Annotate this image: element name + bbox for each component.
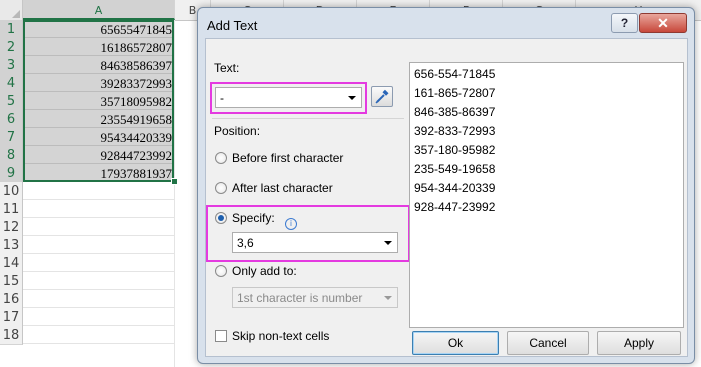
dialog-body: Text: - Position: Before first character…	[205, 38, 688, 357]
dialog-titlebar[interactable]: Add Text ? ✕	[198, 8, 694, 40]
radio-before-first[interactable]	[215, 152, 227, 164]
preview-line: 846-385-86397	[414, 105, 496, 119]
radio-only-add-to[interactable]	[215, 265, 227, 277]
skip-non-text-checkbox[interactable]	[215, 330, 227, 342]
before-first-label[interactable]: Before first character	[232, 151, 343, 165]
selection-border	[23, 20, 174, 182]
select-all-corner[interactable]	[0, 0, 23, 20]
cell-a12[interactable]	[23, 218, 174, 236]
eyedropper-icon	[375, 89, 389, 104]
group-divider	[212, 118, 404, 119]
row-header[interactable]: 4	[0, 74, 23, 93]
row-header[interactable]: 13	[0, 236, 23, 255]
close-icon[interactable]: ✕	[639, 13, 687, 33]
row-header[interactable]: 2	[0, 38, 23, 57]
radio-after-last[interactable]	[215, 182, 227, 194]
row-header[interactable]: 11	[0, 200, 23, 219]
row-header[interactable]: 8	[0, 146, 23, 165]
fill-handle[interactable]	[171, 178, 178, 185]
specify-highlight	[206, 205, 410, 262]
ok-button[interactable]: Ok	[412, 331, 499, 355]
row-header[interactable]: 14	[0, 254, 23, 273]
skip-non-text-label[interactable]: Skip non-text cells	[232, 329, 329, 343]
only-add-to-label[interactable]: Only add to:	[232, 264, 297, 278]
cell-a18[interactable]	[23, 326, 174, 344]
preview-line: 954-344-20339	[414, 181, 496, 195]
only-add-to-combobox-value: 1st character is number	[237, 291, 363, 305]
cell-a10[interactable]	[23, 182, 174, 200]
eyedropper-button[interactable]	[371, 86, 393, 107]
row-header[interactable]: 12	[0, 218, 23, 237]
after-last-label[interactable]: After last character	[232, 181, 333, 195]
position-label: Position:	[214, 124, 261, 138]
row-header[interactable]: 18	[0, 326, 23, 345]
preview-line: 161-865-72807	[414, 86, 496, 100]
row-header[interactable]: 16	[0, 290, 23, 309]
row-header[interactable]: 3	[0, 56, 23, 75]
preview-line: 235-549-19658	[414, 162, 496, 176]
text-label: Text:	[214, 61, 240, 75]
row-header[interactable]: 5	[0, 92, 23, 111]
add-text-dialog: Add Text ? ✕ Text: - Position: Before fi…	[197, 7, 695, 364]
text-highlight	[210, 82, 367, 114]
preview-list[interactable]: 656-554-71845 161-865-72807 846-385-8639…	[409, 62, 684, 328]
row-header[interactable]: 9	[0, 164, 23, 183]
apply-button[interactable]: Apply	[597, 331, 681, 355]
cell-a11[interactable]	[23, 200, 174, 218]
cell-a14[interactable]	[23, 254, 174, 272]
row-header[interactable]: 17	[0, 308, 23, 327]
preview-line: 392-833-72993	[414, 124, 496, 138]
dialog-title: Add Text	[207, 18, 258, 33]
dropdown-arrow-icon	[384, 296, 392, 300]
cancel-button[interactable]: Cancel	[507, 331, 589, 355]
cell-a17[interactable]	[23, 308, 174, 326]
cell-a13[interactable]	[23, 236, 174, 254]
gridline	[174, 20, 175, 367]
preview-line: 928-447-23992	[414, 200, 496, 214]
row-header[interactable]: 7	[0, 128, 23, 147]
column-header-a[interactable]: A	[23, 0, 175, 20]
preview-line: 357-180-95982	[414, 143, 496, 157]
cell-a16[interactable]	[23, 290, 174, 308]
only-add-to-combobox: 1st character is number	[232, 287, 398, 308]
cell-a15[interactable]	[23, 272, 174, 290]
preview-line: 656-554-71845	[414, 67, 496, 81]
row-header[interactable]: 6	[0, 110, 23, 129]
row-header[interactable]: 15	[0, 272, 23, 291]
row-header[interactable]: 1	[0, 20, 23, 39]
row-header[interactable]: 10	[0, 182, 23, 201]
help-icon[interactable]: ?	[611, 13, 638, 33]
